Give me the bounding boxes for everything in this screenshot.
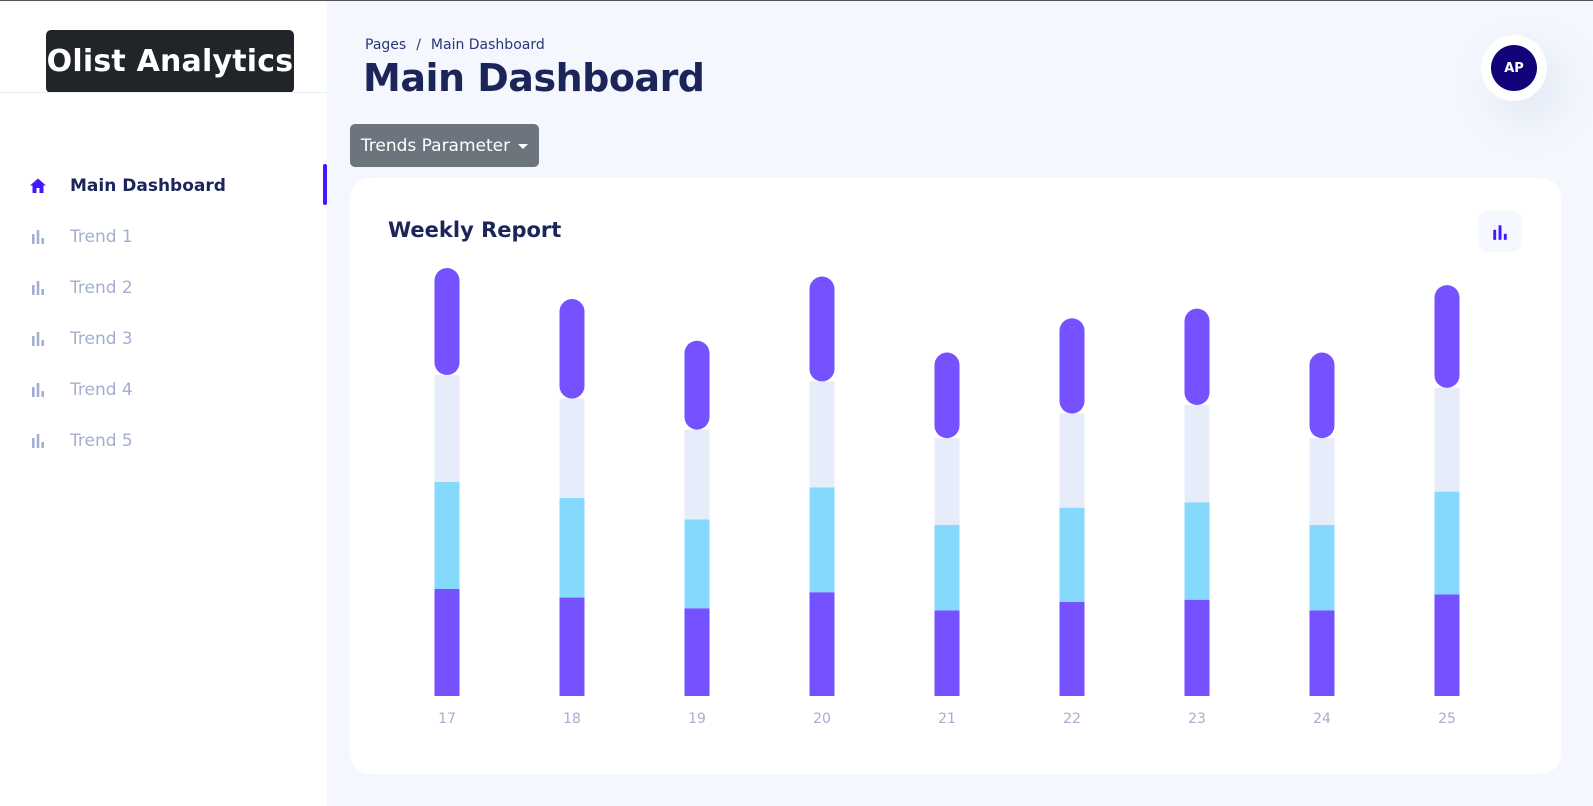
sidebar-item-trend-3[interactable]: Trend 3 bbox=[0, 313, 327, 364]
bar-segment-25-s4 bbox=[1434, 285, 1460, 388]
bar-segment-23-s2 bbox=[1184, 502, 1210, 600]
bar-segment-24-s3 bbox=[1309, 438, 1335, 525]
bar-segment-18-s3 bbox=[559, 398, 585, 499]
bar-chart-icon bbox=[28, 227, 48, 247]
bar-segment-24-s4 bbox=[1309, 352, 1335, 439]
bar-segment-22-s1 bbox=[1059, 601, 1085, 696]
sidebar-item-label: Main Dashboard bbox=[70, 175, 226, 196]
bar-segment-19-s4 bbox=[684, 340, 710, 430]
bar-chart-icon bbox=[28, 431, 48, 451]
bar-segment-19-s2 bbox=[684, 519, 710, 609]
bar-segment-17-s4 bbox=[434, 268, 460, 375]
sidebar-item-label: Trend 3 bbox=[70, 328, 133, 349]
bar-segment-17-s1 bbox=[434, 589, 460, 696]
x-tick-label: 22 bbox=[1063, 711, 1081, 727]
breadcrumb: Pages / Main Dashboard bbox=[365, 37, 545, 53]
bar-segment-20-s2 bbox=[809, 487, 835, 593]
sidebar-item-label: Trend 2 bbox=[70, 277, 133, 298]
sidebar-item-trend-5[interactable]: Trend 5 bbox=[0, 415, 327, 466]
bar-segment-20-s3 bbox=[809, 381, 835, 488]
bar-segment-21-s4 bbox=[934, 352, 960, 439]
sidebar-item-trend-4[interactable]: Trend 4 bbox=[0, 364, 327, 415]
trends-parameter-dropdown[interactable]: Trends Parameter bbox=[350, 124, 539, 167]
bar-segment-23-s4 bbox=[1184, 308, 1210, 405]
sidebar-item-label: Trend 1 bbox=[70, 226, 133, 247]
sidebar-item-label: Trend 5 bbox=[70, 430, 133, 451]
x-tick-label: 17 bbox=[438, 711, 456, 727]
sidebar-item-trend-2[interactable]: Trend 2 bbox=[0, 262, 327, 313]
x-tick-label: 18 bbox=[563, 711, 581, 727]
breadcrumb-item-pages[interactable]: Pages bbox=[365, 37, 406, 53]
bar-segment-20-s1 bbox=[809, 592, 835, 696]
bar-segment-25-s1 bbox=[1434, 594, 1460, 696]
bar-chart-icon bbox=[28, 329, 48, 349]
bar-chart-icon bbox=[28, 380, 48, 400]
bar-segment-19-s3 bbox=[684, 429, 710, 520]
x-tick-label: 24 bbox=[1313, 711, 1331, 727]
bar-segment-20-s4 bbox=[809, 276, 835, 382]
bar-segment-18-s2 bbox=[559, 498, 585, 598]
bar-segment-23-s1 bbox=[1184, 599, 1210, 696]
active-indicator bbox=[323, 164, 327, 205]
bar-chart-icon bbox=[28, 278, 48, 298]
x-tick-label: 19 bbox=[688, 711, 706, 727]
weekly-report-chart: 17 18 19 20 21 22 23 24 25 bbox=[434, 268, 1460, 727]
bar-segment-18-s4 bbox=[559, 299, 585, 399]
breadcrumb-separator: / bbox=[416, 37, 421, 53]
x-tick-label: 21 bbox=[938, 711, 956, 727]
sidebar-item-trend-1[interactable]: Trend 1 bbox=[0, 211, 327, 262]
bar-segment-24-s1 bbox=[1309, 610, 1335, 696]
bar-segment-21-s1 bbox=[934, 610, 960, 696]
avatar[interactable]: AP bbox=[1491, 45, 1537, 91]
bar-segment-25-s2 bbox=[1434, 491, 1460, 595]
bar-segment-23-s3 bbox=[1184, 404, 1210, 503]
sidebar: Olist Analytics Main Dashboard Trend 1 T… bbox=[0, 2, 327, 806]
x-tick-label: 23 bbox=[1188, 711, 1206, 727]
bar-segment-21-s3 bbox=[934, 438, 960, 525]
bar-segment-17-s3 bbox=[434, 375, 460, 482]
weekly-report-card: Weekly Report 17 18 19 20 21 22 23 24 25 bbox=[350, 178, 1561, 774]
bar-segment-19-s1 bbox=[684, 608, 710, 696]
bar-segment-22-s2 bbox=[1059, 507, 1085, 602]
bar-segment-18-s1 bbox=[559, 597, 585, 696]
x-tick-label: 20 bbox=[813, 711, 831, 727]
sidebar-item-main-dashboard[interactable]: Main Dashboard bbox=[0, 160, 327, 211]
x-tick-label: 25 bbox=[1438, 711, 1456, 727]
breadcrumb-item-current[interactable]: Main Dashboard bbox=[431, 37, 545, 53]
sidebar-nav: Main Dashboard Trend 1 Trend 2 Trend 3 T… bbox=[0, 160, 327, 466]
page-title: Main Dashboard bbox=[363, 56, 705, 100]
trends-parameter-label: Trends Parameter bbox=[360, 135, 511, 156]
user-menu[interactable]: AP bbox=[1481, 35, 1547, 101]
bar-segment-25-s3 bbox=[1434, 387, 1460, 492]
bar-segment-17-s2 bbox=[434, 482, 460, 589]
sidebar-item-label: Trend 4 bbox=[70, 379, 133, 400]
bar-segment-21-s2 bbox=[934, 524, 960, 611]
bar-segment-24-s2 bbox=[1309, 524, 1335, 611]
brand-logo[interactable]: Olist Analytics bbox=[46, 30, 294, 93]
bar-segment-22-s4 bbox=[1059, 318, 1085, 414]
sidebar-divider bbox=[0, 92, 327, 93]
caret-down-icon bbox=[518, 144, 529, 149]
home-icon bbox=[28, 176, 48, 196]
bar-segment-22-s3 bbox=[1059, 413, 1085, 508]
